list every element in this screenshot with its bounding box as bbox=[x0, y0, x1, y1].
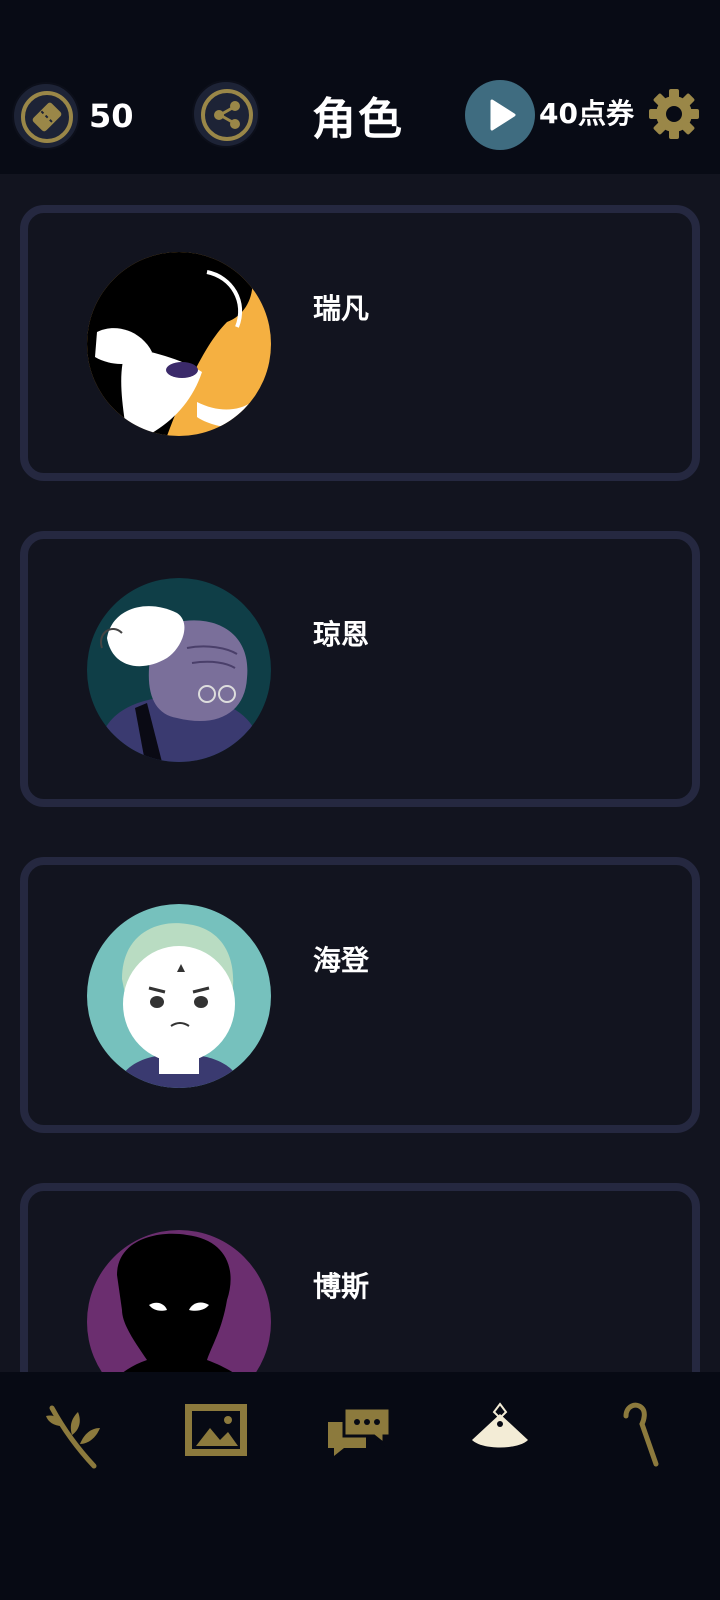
nav-characters[interactable] bbox=[468, 1400, 540, 1472]
ticket-count: 50 bbox=[89, 97, 134, 135]
character-avatar bbox=[87, 1230, 271, 1372]
status-bar bbox=[0, 0, 720, 72]
fan-icon bbox=[472, 1402, 528, 1448]
nav-cane[interactable] bbox=[620, 1400, 692, 1472]
points-reward-label: 40点券 bbox=[539, 97, 634, 130]
image-icon bbox=[185, 1404, 247, 1456]
character-name: 博斯 bbox=[313, 1270, 370, 1303]
nav-gallery[interactable] bbox=[184, 1400, 256, 1472]
character-card[interactable]: 博斯 bbox=[20, 1183, 700, 1372]
character-name: 瑞凡 bbox=[313, 292, 370, 325]
chat-icon bbox=[328, 1406, 392, 1456]
play-icon bbox=[490, 99, 516, 131]
page-title: 角色 bbox=[312, 94, 404, 145]
gear-icon[interactable] bbox=[648, 88, 700, 140]
character-name: 海登 bbox=[313, 944, 370, 977]
character-avatar bbox=[87, 252, 271, 436]
ticket-icon bbox=[21, 91, 73, 143]
character-name: 琼恩 bbox=[313, 618, 370, 651]
branch-icon bbox=[46, 1405, 100, 1469]
character-avatar bbox=[87, 904, 271, 1088]
character-card[interactable]: 海登 bbox=[20, 857, 700, 1133]
character-avatar bbox=[87, 578, 271, 762]
bottom-navigation bbox=[0, 1372, 720, 1600]
share-button[interactable] bbox=[192, 80, 260, 148]
cane-icon bbox=[623, 1402, 659, 1467]
share-icon bbox=[201, 89, 253, 141]
character-card[interactable]: 瑞凡 bbox=[20, 205, 700, 481]
top-bar: 50 角色 40点券 bbox=[0, 72, 720, 174]
nav-messages[interactable] bbox=[326, 1400, 398, 1472]
nav-branch[interactable] bbox=[44, 1400, 116, 1472]
character-card[interactable]: 琼恩 bbox=[20, 531, 700, 807]
character-list: 瑞凡 琼恩 海登 博斯 bbox=[0, 174, 720, 1372]
ticket-button[interactable] bbox=[12, 82, 80, 150]
watch-video-button[interactable] bbox=[465, 80, 535, 150]
